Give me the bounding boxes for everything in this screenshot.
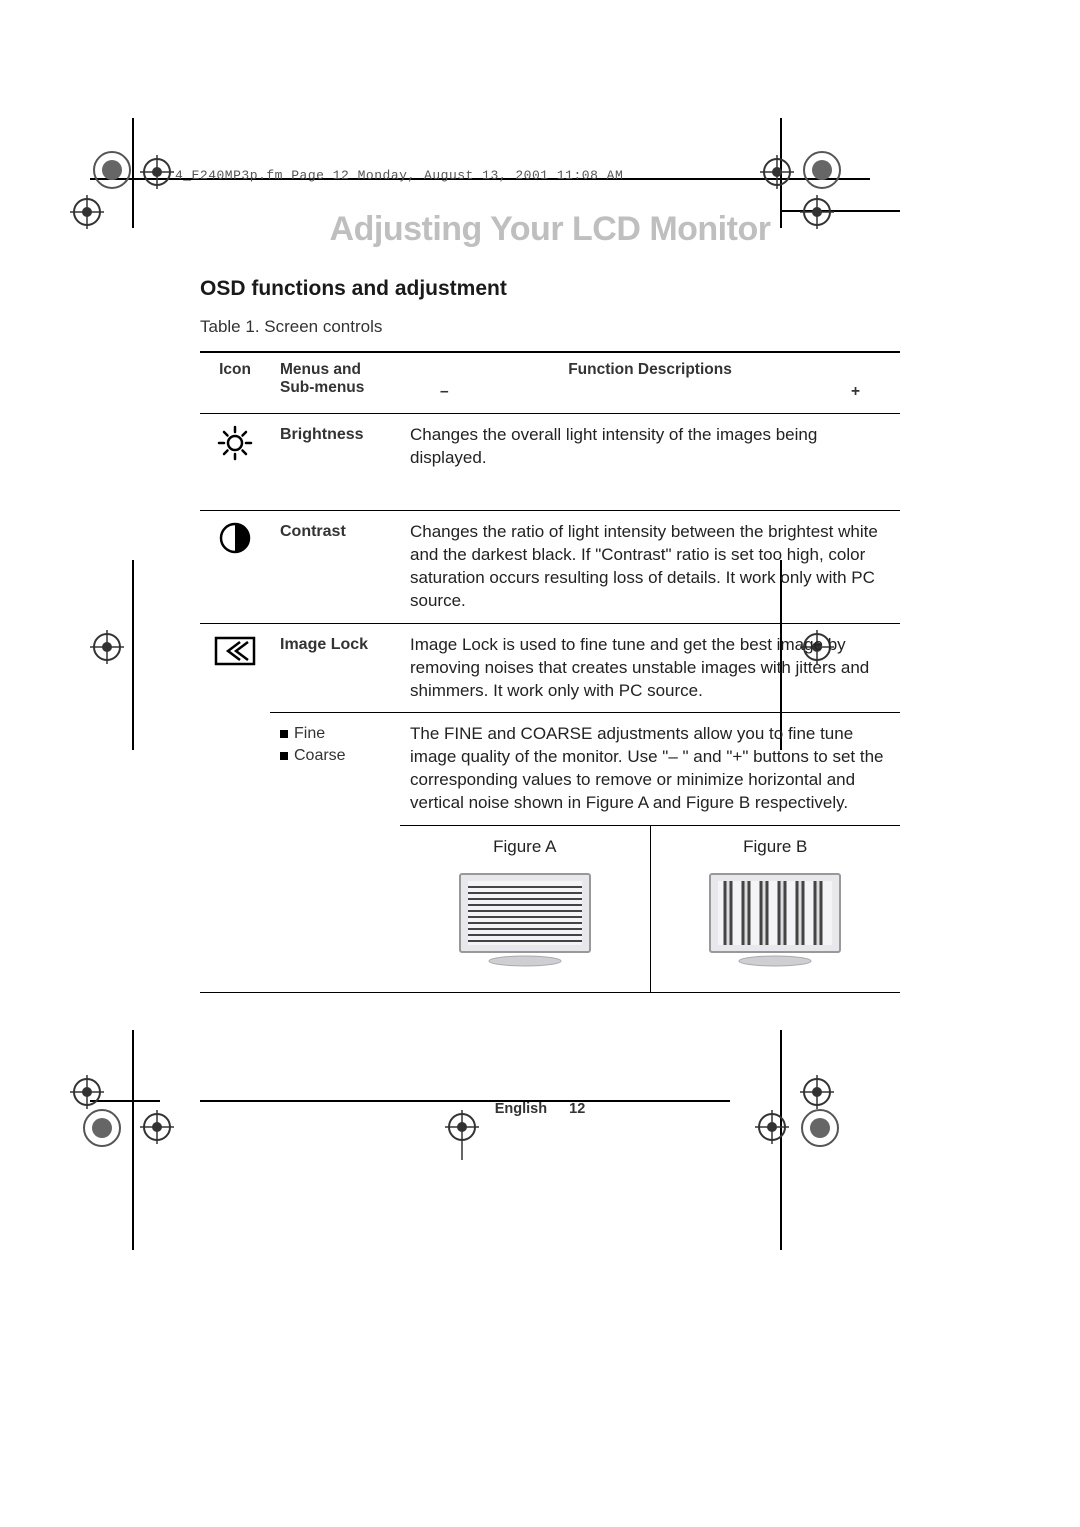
crop-mark-icon	[90, 630, 125, 665]
page-footer: English 12	[0, 1101, 1080, 1117]
desc-fine-coarse: The FINE and COARSE adjustments allow yo…	[400, 713, 900, 825]
image-lock-icon	[214, 653, 256, 672]
contrast-icon	[218, 540, 252, 559]
figure-b-monitor-icon	[700, 869, 850, 969]
minus-label: –	[440, 383, 449, 401]
chapter-title: Adjusting Your LCD Monitor	[200, 210, 900, 249]
figure-a: Figure A	[400, 826, 650, 992]
page-body: Adjusting Your LCD Monitor OSD functions…	[200, 155, 900, 993]
row-brightness: Brightness Changes the overall light int…	[200, 414, 900, 511]
screen-controls-table: Icon Menus and Sub-menus Function Descri…	[200, 351, 900, 993]
row-figures: Figure A	[200, 825, 900, 992]
plus-label: +	[851, 383, 860, 401]
submenu-fine: Fine	[294, 725, 325, 742]
submenu-coarse: Coarse	[294, 747, 346, 764]
table-caption: Table 1. Screen controls	[200, 317, 900, 337]
footer-language: English	[495, 1101, 547, 1117]
col-icon: Icon	[200, 352, 270, 414]
crop-mark-icon	[445, 1110, 480, 1165]
desc-contrast: Changes the ratio of light intensity bet…	[400, 510, 900, 623]
menu-brightness: Brightness	[270, 414, 400, 511]
col-function: Function Descriptions – +	[400, 352, 900, 414]
section-title: OSD functions and adjustment	[200, 277, 900, 301]
menu-image-lock: Image Lock	[270, 623, 400, 713]
figure-a-monitor-icon	[450, 869, 600, 969]
footer-page-number: 12	[569, 1101, 585, 1117]
col-menus: Menus and Sub-menus	[270, 352, 400, 414]
desc-image-lock: Image Lock is used to fine tune and get …	[400, 623, 900, 713]
crop-mark-icon	[140, 155, 175, 190]
desc-brightness: Changes the overall light intensity of t…	[400, 414, 900, 511]
menu-contrast: Contrast	[270, 510, 400, 623]
brightness-icon	[216, 447, 254, 466]
crop-mark-icon	[70, 195, 105, 230]
row-contrast: Contrast Changes the ratio of light inte…	[200, 510, 900, 623]
figure-b: Figure B	[650, 826, 901, 992]
row-image-lock: Image Lock Image Lock is used to fine tu…	[200, 623, 900, 713]
row-fine-coarse: Fine Coarse The FINE and COARSE adjustme…	[200, 713, 900, 825]
